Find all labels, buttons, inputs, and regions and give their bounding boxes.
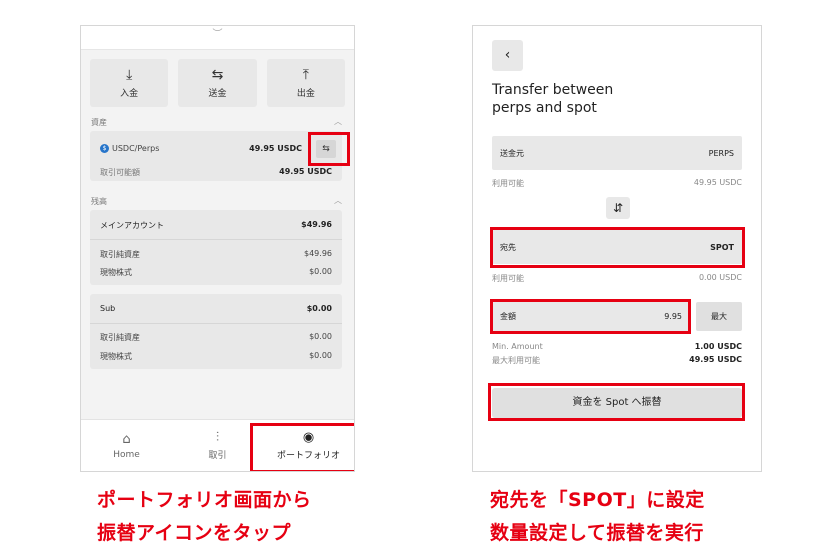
max-button[interactable]: 最大 — [696, 302, 742, 331]
balance-section-label: 残高 — [91, 197, 107, 206]
swap-vertical-icon: ⇵ — [612, 201, 624, 215]
min-amount-row: Min. Amount 1.00 USDC — [492, 342, 742, 351]
sub-net-assets-value: $0.00 — [309, 332, 332, 341]
right-caption-line-2: 数量設定して振替を実行 — [490, 522, 704, 544]
min-amount-value: 1.00 USDC — [694, 342, 742, 351]
right-caption: 宛先を「SPOT」に設定 数量設定して振替を実行 — [490, 484, 705, 550]
highlight-portfolio-tab — [250, 423, 354, 471]
main-net-assets-row: 取引純資産 $49.96 — [100, 249, 332, 260]
max-available-label: 最大利用可能 — [492, 356, 540, 365]
swap-direction-button[interactable]: ⇵ — [606, 197, 630, 219]
balance-collapse-icon[interactable]: ︿ — [334, 195, 342, 206]
from-available-value: 49.95 USDC — [693, 178, 742, 187]
drag-handle[interactable]: ︶ — [81, 26, 354, 50]
right-caption-line-1: 宛先を「SPOT」に設定 — [490, 489, 705, 511]
from-label: 送金元 — [500, 148, 524, 158]
sub-account-name: Sub — [100, 304, 116, 313]
tradable-value: 49.95 USDC — [279, 167, 332, 176]
title-line-2: perps and spot — [492, 100, 597, 116]
withdraw-icon: ⤒ — [302, 67, 309, 83]
main-account-card: メインアカウント $49.96 取引純資産 $49.96 現物株式 $0.00 — [90, 210, 342, 285]
withdraw-label: 出金 — [296, 89, 315, 99]
left-caption: ポートフォリオ画面から 振替アイコンをタップ — [97, 484, 312, 550]
tradable-label: 取引可能額 — [100, 168, 140, 177]
send-button[interactable]: ⇆ 送金 — [178, 59, 257, 107]
sub-account-card: Sub $0.00 取引純資産 $0.00 現物株式 $0.00 — [90, 294, 342, 369]
assets-collapse-icon[interactable]: ︿ — [334, 116, 342, 127]
home-icon: ⌂ — [122, 431, 131, 447]
sub-account-total: $0.00 — [306, 304, 332, 313]
highlight-to-field — [490, 227, 745, 268]
min-amount-label: Min. Amount — [492, 342, 543, 351]
main-account-name: メインアカウント — [100, 221, 164, 230]
nav-home[interactable]: ⌂ Home — [81, 420, 172, 471]
main-stocks-value: $0.00 — [309, 267, 332, 276]
from-value: PERPS — [708, 148, 734, 158]
asset-value: 49.95 USDC — [249, 144, 302, 153]
sub-net-assets-label: 取引純資産 — [100, 333, 140, 342]
tradable-row: 取引可能額 49.95 USDC — [100, 167, 332, 178]
sub-stocks-value: $0.00 — [309, 351, 332, 360]
divider — [90, 323, 342, 324]
main-net-assets-label: 取引純資産 — [100, 250, 140, 259]
highlight-submit-button — [488, 383, 745, 421]
sub-account-header: Sub $0.00 — [100, 304, 332, 313]
transfer-screen: ‹ Transfer between perps and spot 送金元 PE… — [472, 25, 762, 472]
deposit-icon: ⤓ — [126, 67, 133, 83]
page-title: Transfer between perps and spot — [492, 81, 613, 117]
portfolio-screen: ︶ ⤓ 入金 ⇆ 送金 ⤒ 出金 資産 ︿ $ USDC/Perps 49.95 … — [80, 25, 355, 472]
highlight-amount-input — [490, 299, 691, 334]
main-account-total: $49.96 — [301, 220, 332, 229]
back-button[interactable]: ‹ — [492, 40, 523, 71]
sub-stocks-label: 現物株式 — [100, 352, 132, 361]
highlight-swap-button — [308, 132, 350, 166]
trade-chart-icon: ⫶ — [215, 430, 220, 445]
back-chevron-icon: ‹ — [504, 47, 511, 63]
max-available-row: 最大利用可能 49.95 USDC — [492, 355, 742, 366]
assets-section-label: 資産 — [91, 118, 107, 127]
max-available-value: 49.95 USDC — [689, 355, 742, 364]
deposit-button[interactable]: ⤓ 入金 — [90, 59, 169, 107]
usdc-icon: $ — [100, 144, 109, 153]
nav-trade-label: 取引 — [208, 451, 227, 461]
main-account-header: メインアカウント $49.96 — [100, 220, 332, 231]
from-available-row: 利用可能 49.95 USDC — [492, 178, 742, 189]
divider — [90, 239, 342, 240]
to-available-row: 利用可能 0.00 USDC — [492, 273, 742, 284]
sub-net-assets-row: 取引純資産 $0.00 — [100, 332, 332, 343]
main-net-assets-value: $49.96 — [304, 249, 332, 258]
asset-row: $ USDC/Perps 49.95 USDC — [100, 144, 302, 153]
to-available-label: 利用可能 — [492, 274, 524, 283]
nav-home-label: Home — [113, 449, 140, 460]
from-available-label: 利用可能 — [492, 179, 524, 188]
left-caption-line-2: 振替アイコンをタップ — [97, 522, 292, 544]
deposit-label: 入金 — [120, 89, 139, 99]
action-buttons: ⤓ 入金 ⇆ 送金 ⤒ 出金 — [90, 59, 345, 107]
send-label: 送金 — [208, 89, 227, 99]
send-icon: ⇆ — [211, 67, 224, 83]
main-stocks-label: 現物株式 — [100, 268, 132, 277]
withdraw-button[interactable]: ⤒ 出金 — [266, 59, 345, 107]
from-field[interactable]: 送金元 PERPS — [492, 136, 742, 170]
left-caption-line-1: ポートフォリオ画面から — [97, 489, 312, 511]
title-line-1: Transfer between — [492, 82, 614, 98]
main-stocks-row: 現物株式 $0.00 — [100, 267, 332, 278]
sub-stocks-row: 現物株式 $0.00 — [100, 351, 332, 362]
asset-name: USDC/Perps — [112, 144, 160, 153]
to-available-value: 0.00 USDC — [698, 273, 742, 282]
asset-card: $ USDC/Perps 49.95 USDC 取引可能額 49.95 USDC … — [90, 131, 342, 181]
